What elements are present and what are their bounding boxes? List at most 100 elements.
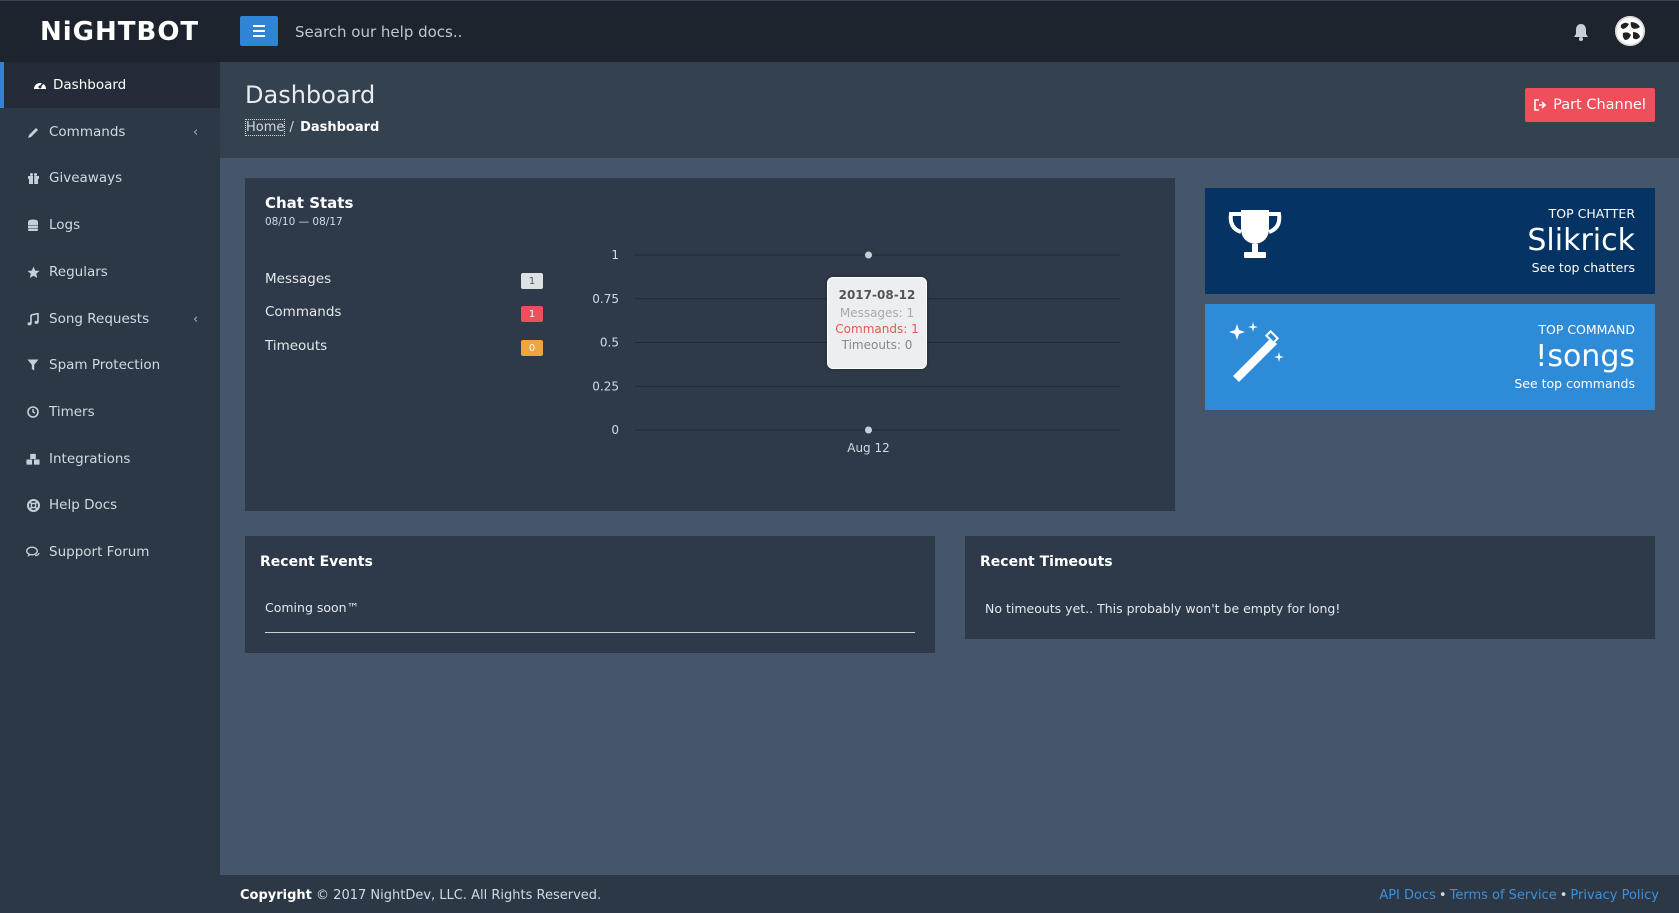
dashboard-icon: [33, 78, 47, 92]
sidebar-item-integrations[interactable]: Integrations: [0, 436, 220, 482]
chevron-left-icon: ‹: [193, 311, 199, 327]
trophy-icon: [1228, 210, 1282, 258]
chat-stats-range: 08/10 — 08/17: [265, 216, 343, 228]
sidebar-item-song-requests[interactable]: Song Requests ‹: [0, 296, 220, 342]
pencil-icon: [26, 125, 40, 139]
lifebuoy-icon: [26, 498, 40, 512]
y-tick-label: 0.5: [600, 336, 619, 350]
sidebar-item-label: Timers: [49, 404, 95, 420]
y-tick-label: 1: [611, 248, 619, 262]
stat-label: Messages: [265, 271, 332, 287]
privacy-policy-link[interactable]: Privacy Policy: [1570, 888, 1659, 903]
sidebar-item-label: Help Docs: [49, 497, 118, 513]
recent-events-body: Coming soon™: [265, 600, 360, 615]
sidebar-item-label: Regulars: [49, 264, 108, 280]
sidebar-item-timers[interactable]: Timers: [0, 389, 220, 435]
tooltip-commands: Commands: 1: [835, 322, 919, 336]
breadcrumb: Home / Dashboard: [245, 119, 380, 136]
tooltip-date: 2017-08-12: [838, 288, 916, 302]
music-icon: [26, 312, 40, 326]
top-chatter-label: TOP CHATTER: [1548, 206, 1635, 221]
gift-icon: [26, 171, 40, 185]
sidebar-item-dashboard[interactable]: Dashboard: [0, 62, 220, 108]
stat-row-messages: Messages 1: [265, 271, 543, 291]
terms-of-service-link[interactable]: Terms of Service: [1450, 888, 1557, 903]
recent-timeouts-title: Recent Timeouts: [980, 554, 1113, 570]
part-channel-button[interactable]: Part Channel: [1525, 88, 1655, 122]
hamburger-icon: [253, 25, 265, 27]
sign-out-icon: [1534, 99, 1547, 111]
sidebar-item-label: Support Forum: [49, 544, 150, 560]
stat-label: Timeouts: [265, 338, 328, 354]
sidebar-item-label: Logs: [49, 217, 81, 233]
nightbot-logo[interactable]: NiGHTBOT: [40, 17, 199, 47]
magic-wand-icon: [1229, 322, 1284, 382]
sidebar-item-label: Dashboard: [53, 77, 127, 93]
data-point-timeouts[interactable]: [864, 425, 873, 435]
sidebar-item-giveaways[interactable]: Giveaways: [0, 155, 220, 201]
tooltip-messages: Messages: 1: [839, 306, 915, 320]
sidebar-item-help-docs[interactable]: Help Docs: [0, 482, 220, 528]
part-channel-label: Part Channel: [1553, 97, 1646, 113]
y-tick-label: 0.75: [592, 292, 619, 306]
x-tick-label: Aug 12: [847, 441, 890, 455]
see-top-chatters-link[interactable]: See top chatters: [1532, 260, 1635, 275]
bell-icon[interactable]: [1573, 23, 1589, 41]
star-icon: [26, 265, 40, 279]
page-title: Dashboard: [245, 81, 376, 109]
top-command-card: TOP COMMAND !songs See top commands: [1205, 304, 1655, 410]
stat-badge: 1: [521, 306, 543, 322]
top-command-value: !songs: [1535, 339, 1635, 374]
api-docs-link[interactable]: API Docs: [1379, 888, 1436, 903]
filter-icon: [26, 358, 40, 372]
divider: [265, 632, 915, 633]
recent-timeouts-panel: Recent Timeouts No timeouts yet.. This p…: [965, 536, 1655, 639]
chevron-left-icon: ‹: [193, 124, 199, 140]
recent-events-panel: Recent Events Coming soon™: [245, 536, 935, 653]
footer: Copyright © 2017 NightDev, LLC. All Righ…: [220, 875, 1679, 913]
sidebar-item-support-forum[interactable]: Support Forum: [0, 529, 220, 575]
sidebar-item-label: Integrations: [49, 451, 131, 467]
stat-row-commands: Commands 1: [265, 304, 543, 324]
avatar[interactable]: [1615, 16, 1645, 46]
tooltip-timeouts: Timeouts: 0: [841, 338, 913, 352]
sidebar-item-regulars[interactable]: Regulars: [0, 249, 220, 295]
see-top-commands-link[interactable]: See top commands: [1514, 376, 1635, 391]
y-tick-label: 0.25: [592, 379, 619, 393]
comments-icon: [26, 545, 40, 559]
top-command-label: TOP COMMAND: [1538, 322, 1635, 337]
top-chatter-value: Slikrick: [1527, 223, 1635, 258]
chart-tooltip: 2017-08-12 Messages: 1 Commands: 1 Timeo…: [827, 277, 927, 369]
sidebar-item-commands[interactable]: Commands ‹: [0, 109, 220, 155]
stat-row-timeouts: Timeouts 0: [265, 338, 543, 358]
top-chatter-card: TOP CHATTER Slikrick See top chatters: [1205, 188, 1655, 294]
data-point-commands[interactable]: [864, 250, 873, 260]
chat-stats-title: Chat Stats: [265, 194, 354, 212]
chat-stats-panel: Chat Stats 08/10 — 08/17 Messages 1 Comm…: [245, 178, 1175, 511]
clock-icon: [26, 405, 40, 419]
database-icon: [26, 218, 40, 232]
recent-timeouts-body: No timeouts yet.. This probably won't be…: [985, 601, 1341, 616]
sidebar-item-spam-protection[interactable]: Spam Protection: [0, 342, 220, 388]
sidebar-item-logs[interactable]: Logs: [0, 202, 220, 248]
search-input[interactable]: [295, 20, 695, 44]
stat-label: Commands: [265, 304, 342, 320]
sidebar: Dashboard Commands ‹ Giveaways Logs Regu…: [0, 62, 220, 913]
y-tick-label: 0: [611, 423, 619, 437]
breadcrumb-separator: /: [289, 120, 294, 135]
footer-links: API Docs • Terms of Service • Privacy Policy: [1379, 888, 1659, 903]
stat-badge: 1: [521, 273, 543, 289]
breadcrumb-home-link[interactable]: Home: [245, 119, 286, 136]
sidebar-item-label: Giveaways: [49, 170, 123, 186]
breadcrumb-current: Dashboard: [300, 120, 380, 135]
sidebar-item-label: Commands: [49, 124, 126, 140]
sidebar-item-label: Spam Protection: [49, 357, 161, 373]
footer-copyright: Copyright © 2017 NightDev, LLC. All Righ…: [240, 888, 602, 903]
stat-badge: 0: [521, 340, 543, 356]
recent-events-title: Recent Events: [260, 554, 373, 570]
page-header: Dashboard Home / Dashboard Part Channel: [220, 62, 1679, 158]
cubes-icon: [26, 452, 40, 466]
sidebar-item-label: Song Requests: [49, 311, 150, 327]
menu-toggle-button[interactable]: [240, 16, 278, 46]
top-bar: NiGHTBOT: [0, 0, 1679, 62]
